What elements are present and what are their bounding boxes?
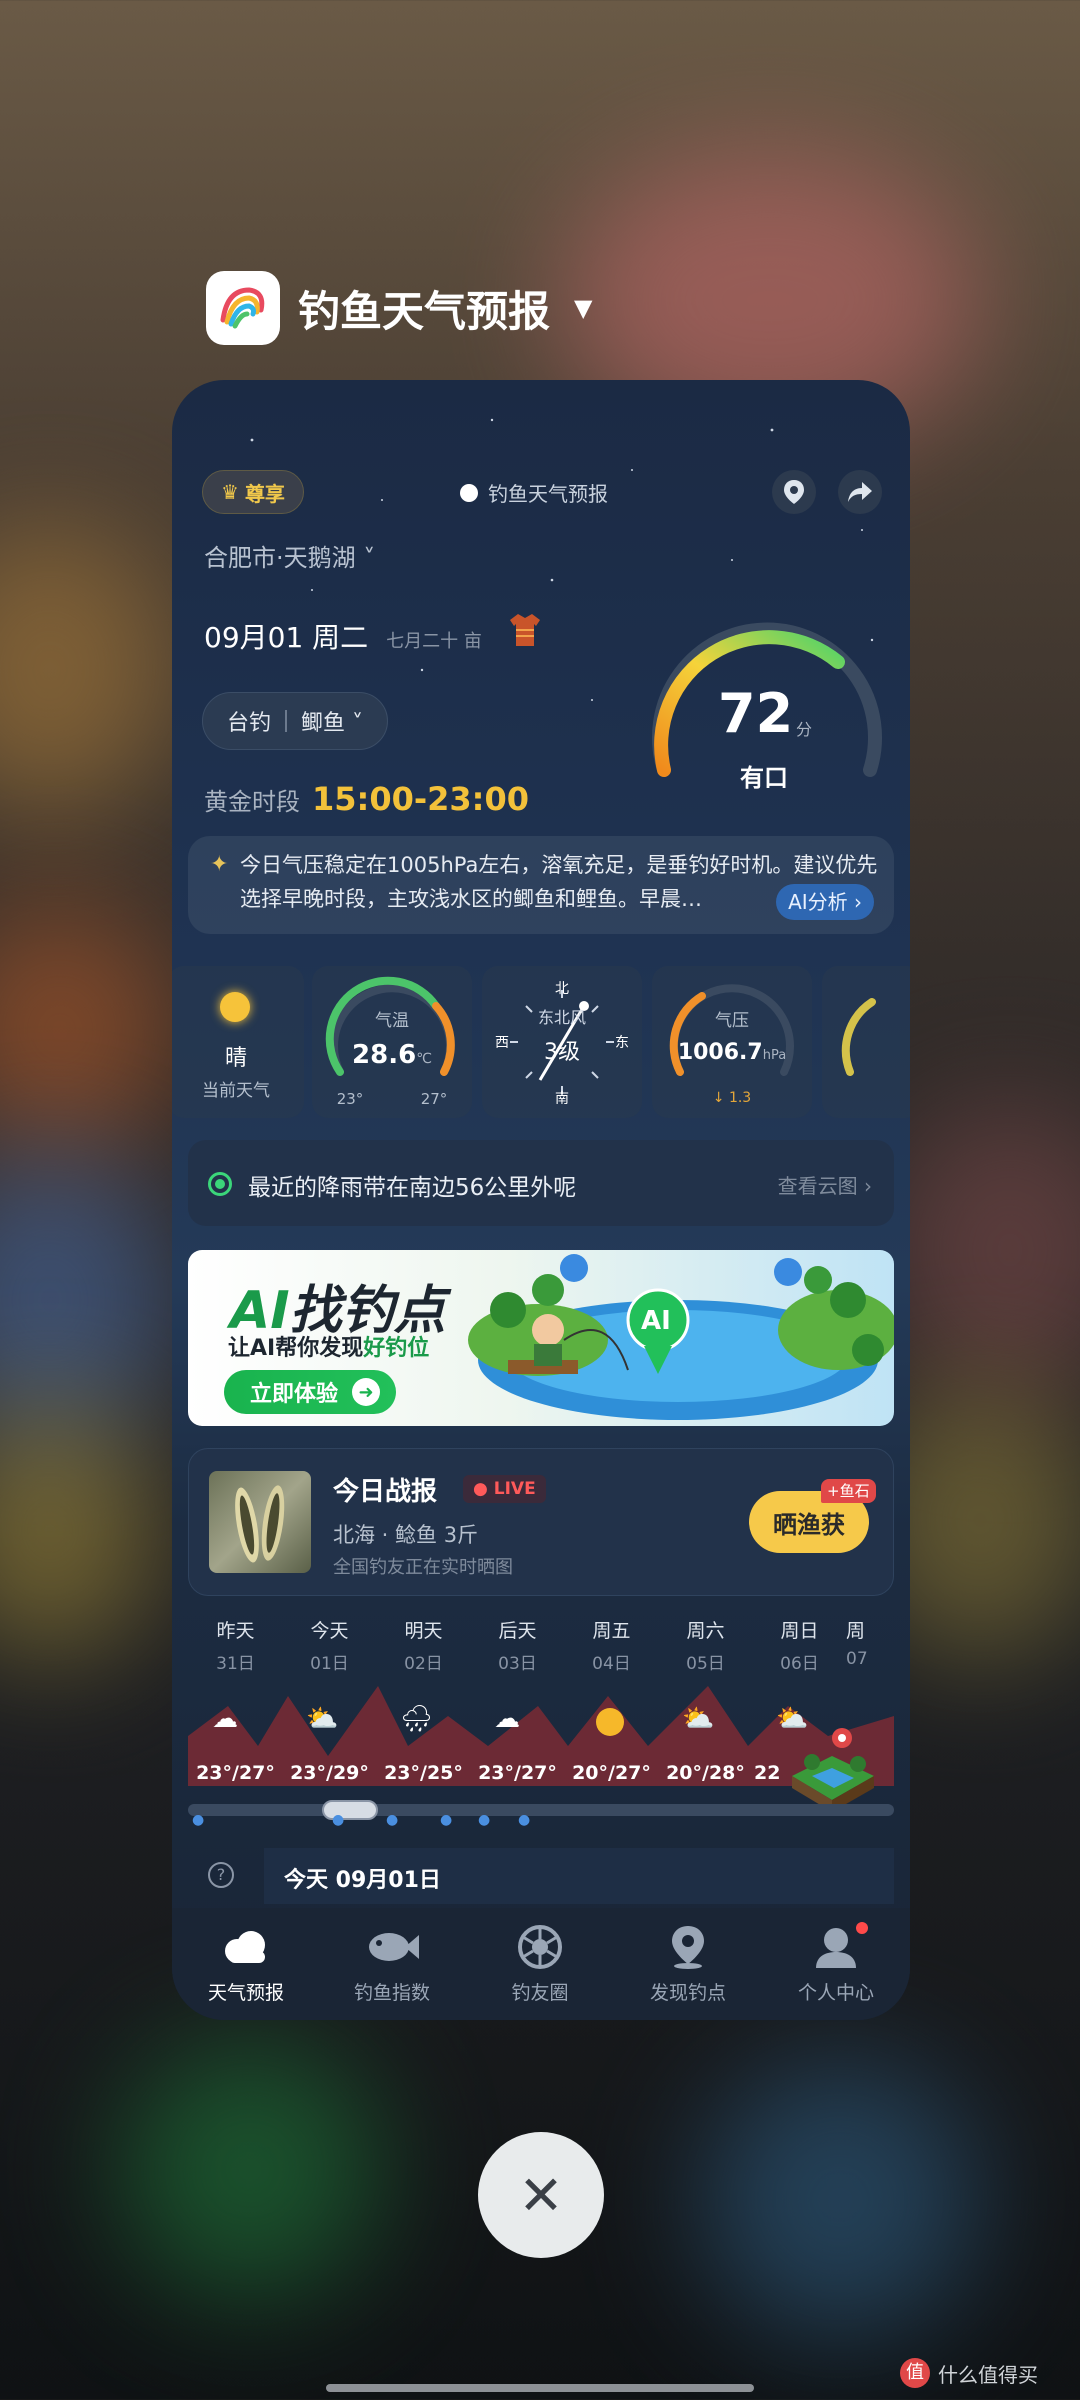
report-subtitle: 全国钓友正在实时晒图 [333,1557,513,1578]
radar-icon [208,1172,232,1196]
extra-card[interactable] [822,966,910,1118]
bottom-tab-bar[interactable]: 天气预报 钓鱼指数 钓友圈 发现钓点 个人中心 [172,1908,910,2020]
app-name: 钓鱼天气预报 [298,286,551,336]
pressure-gauge [669,984,794,1076]
watermark: 值 什么值得买 [900,2358,1038,2388]
tab-fishing-index[interactable]: 钓鱼指数 [318,1922,466,2005]
species-selector[interactable]: 台钓 鲫鱼 ˅ [202,692,389,750]
try-now-button[interactable]: 立即体验 ➜ [224,1370,397,1414]
help-icon[interactable]: ? [208,1862,234,1888]
date-main: 09月01 周二 [204,621,369,654]
fishing-island-illustration [468,1254,894,1420]
fishing-method: 台钓 [227,711,272,736]
app-switcher-header[interactable]: 钓鱼天气预报 ▼ [206,270,592,346]
ai-analysis-button[interactable]: AI分析 › [776,884,874,920]
rain-notice[interactable]: 最近的降雨带在南边56公里外呢 查看云图 › [188,1140,894,1226]
golden-time-value: 15:00-23:00 [312,780,529,818]
location-selector[interactable]: 合肥市·天鹅湖 ˅ [204,538,375,573]
sparkle-icon: ✦ [210,852,229,877]
sun-icon [220,992,250,1022]
weather-cards[interactable]: 晴 当前天气 气温 28.6℃ 23° 27° 北 东北风 3级 西 东 南 气… [172,966,910,1124]
home-indicator[interactable] [326,2384,754,2392]
mini-logo-icon [460,483,478,502]
crown-icon: ♛ [221,480,239,504]
tab-profile[interactable]: 个人中心 [762,1922,910,2005]
tab-discover-spots[interactable]: 发现钓点 [614,1922,762,2005]
banner-subtitle: 让AI帮你发现好钓位 [228,1336,430,1361]
clothing-icon[interactable] [508,612,542,648]
sun-cloud-icon: ⛅ [682,1704,715,1734]
report-title: 今日战报 [333,1477,438,1507]
lunar-date: 七月二十 亩 [386,631,482,652]
share-icon[interactable] [838,470,882,514]
day-selector-row[interactable]: ? 今天 09月01日 [188,1848,894,1904]
cloud-icon [218,1922,274,1972]
rain-icon: 🌧 [400,1704,434,1734]
daily-forecast[interactable]: 昨天 31日 ☁ 23°/27° 今天 01日 ⛅ 23°/29° 明天 02日… [188,1616,894,1826]
score-value: 72 [718,682,794,745]
target-fish: 鲫鱼 ˅ [301,711,364,736]
catch-photo[interactable] [209,1471,311,1573]
rain-notice-text: 最近的降雨带在南边56公里外呢 [248,1175,577,1201]
score-unit: 分 [796,720,813,739]
forecast-day[interactable]: 明天 02日 🌧 23°/25° [376,1616,471,1784]
app-logo-icon [206,271,280,345]
location-icon[interactable] [772,470,816,514]
forecast-day[interactable]: 周五 04日 20°/27° [564,1616,659,1784]
ai-analysis-box[interactable]: ✦ 今日气压稳定在1005hPa左右，溶氧充足，是垂钓好时机。建议优先选择早晚时… [188,836,894,934]
pressure-value: 1006.7 [677,1040,763,1065]
cloud-icon: ☁ [212,1704,238,1734]
fish-icon [364,1922,420,1972]
forecast-day[interactable]: 周日 06日 ⛅ 22 [752,1616,847,1784]
tab-weather[interactable]: 天气预报 [172,1922,320,2005]
chevron-down-icon[interactable]: ▼ [574,294,592,322]
app-preview-card[interactable]: ♛ 尊享 钓鱼天气预报 合肥市·天鹅湖 ˅ 09月01 周二 七月二十 亩 台钓… [172,380,910,2020]
forecast-day[interactable]: 周 07 ☁ ° [846,1616,894,1669]
notification-dot [856,1922,868,1934]
header-title: 钓鱼天气预报 [460,478,608,507]
aperture-icon [512,1922,568,1972]
forecast-day[interactable]: 后天 03日 ☁ 23°/27° [470,1616,565,1784]
score-label: 有口 [740,764,788,792]
forecast-day[interactable]: 今天 01日 ⛅ 23°/29° [282,1616,377,1784]
sun-cloud-icon: ⛅ [306,1704,339,1734]
selected-day-tab[interactable]: 今天 09月01日 [264,1848,894,1904]
view-cloud-map-link[interactable]: 查看云图 › [778,1170,872,1199]
close-button[interactable]: ✕ [478,2132,604,2258]
date-row: 09月01 周二 七月二十 亩 [204,616,482,656]
forecast-day[interactable]: 周六 05日 ⛅ 20°/28° [658,1616,753,1784]
daily-report-card[interactable]: 今日战报 ● LIVE 北海 · 鲶鱼 3斤 全国钓友正在实时晒图 晒渔获 +鱼… [188,1448,894,1596]
fish-stone-badge: +鱼石 [821,1479,876,1503]
arrow-right-icon: ➜ [352,1378,381,1406]
vip-label: 尊享 [244,481,285,506]
pressure-card[interactable]: 气压 1006.7hPa ↓ 1.3 [652,966,812,1118]
sun-icon [596,1708,624,1736]
cloud-icon: ☁ [494,1704,520,1734]
rain-drops-row: ● ● ● ● ● ● [192,1812,531,1828]
temp-value: 28.6 [352,1040,417,1070]
wind-card[interactable]: 北 东北风 3级 西 东 南 [482,966,642,1118]
ai-pin-label: AI [641,1306,671,1336]
ai-spot-banner[interactable]: AI找钓点 让AI帮你发现好钓位 立即体验 ➜ AI [188,1250,894,1426]
vip-button[interactable]: ♛ 尊享 [202,470,304,514]
tab-fishing-circle[interactable]: 钓友圈 [466,1922,614,2005]
report-catch-info: 北海 · 鲶鱼 3斤 [333,1523,479,1547]
forecast-day[interactable]: 昨天 31日 ☁ 23°/27° [188,1616,283,1784]
live-badge: ● LIVE [463,1475,546,1503]
location-pin-icon [660,1922,716,1972]
golden-time: 黄金时段 15:00-23:00 [204,780,529,818]
